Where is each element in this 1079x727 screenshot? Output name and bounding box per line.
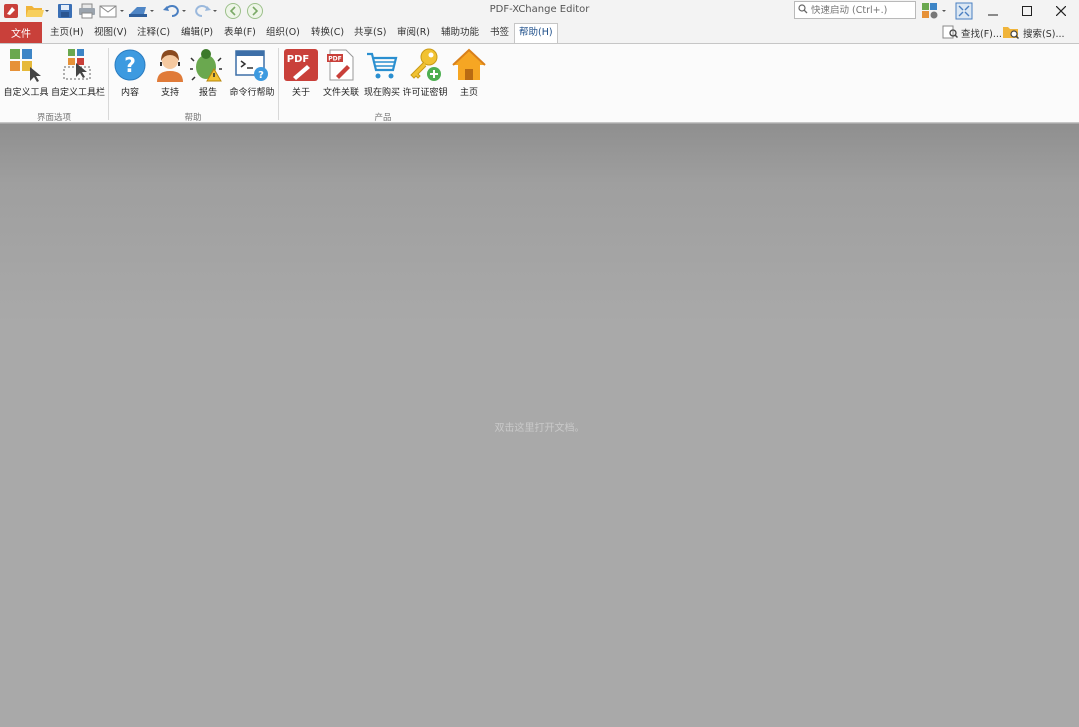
license-key-label: 许可证密钥: [402, 88, 448, 98]
forward-icon[interactable]: [245, 2, 265, 20]
about-button[interactable]: PDF 关于: [282, 47, 320, 103]
contents-button[interactable]: ? 内容: [112, 47, 148, 103]
customize-ui-icon[interactable]: [920, 2, 950, 20]
find-icon: [942, 25, 959, 42]
help-icon: ?: [112, 47, 148, 83]
quick-launch-search[interactable]: [794, 1, 916, 19]
svg-text:PDF: PDF: [287, 54, 309, 65]
open-folder-icon[interactable]: [24, 2, 50, 20]
close-button[interactable]: [1047, 0, 1075, 22]
group-separator: [108, 48, 109, 120]
tab-accessibility[interactable]: 辅助功能: [441, 25, 479, 41]
quick-launch-input[interactable]: [811, 4, 911, 16]
find-command[interactable]: 查找(F)...: [942, 24, 1002, 42]
group-label-product: 产品: [374, 113, 392, 123]
customize-tools-button[interactable]: 自定义工具: [3, 47, 49, 103]
contents-label: 内容: [120, 88, 139, 98]
search-label: 搜索(S)...: [1023, 29, 1065, 40]
support-icon: [152, 47, 188, 83]
pdf-about-icon: PDF: [283, 47, 319, 83]
homepage-button[interactable]: 主页: [451, 47, 487, 103]
customize-toolbars-button[interactable]: 自定义工具栏: [50, 47, 106, 103]
support-button[interactable]: 支持: [152, 47, 188, 103]
license-key-icon: [407, 47, 443, 83]
group-label-help: 帮助: [184, 113, 202, 123]
tab-form[interactable]: 表单(F): [224, 25, 256, 41]
tab-view[interactable]: 视图(V): [94, 25, 127, 41]
file-menu-tab[interactable]: 文件: [0, 22, 42, 43]
file-association-label: 文件关联: [322, 88, 359, 98]
command-line-help-label: 命令行帮助: [229, 88, 275, 98]
homepage-label: 主页: [459, 88, 478, 98]
find-label: 查找(F)...: [961, 29, 1002, 40]
tab-review[interactable]: 审阅(R): [397, 25, 430, 41]
email-icon[interactable]: [98, 2, 126, 20]
about-label: 关于: [291, 88, 310, 98]
file-association-icon: PDF: [323, 47, 359, 83]
maximize-button[interactable]: [1013, 0, 1041, 22]
tab-organize[interactable]: 组织(O): [266, 25, 300, 41]
home-icon: [451, 47, 487, 83]
folder-search-icon: [1002, 25, 1020, 42]
app-icon[interactable]: [2, 2, 20, 20]
file-association-button[interactable]: PDF 文件关联: [321, 47, 361, 103]
menu-bar: 文件 主页(H) 视图(V) 注释(C) 编辑(P) 表单(F) 组织(O) 转…: [0, 22, 1079, 43]
buy-now-button[interactable]: 现在购买: [363, 47, 401, 103]
redo-icon[interactable]: [191, 2, 219, 20]
customize-toolbars-icon: [60, 47, 96, 83]
title-bar: PDF-XChange Editor: [0, 0, 1079, 22]
customize-toolbars-label: 自定义工具栏: [50, 88, 105, 98]
back-icon[interactable]: [223, 2, 243, 20]
report-bug-button[interactable]: 报告: [190, 47, 226, 103]
print-icon[interactable]: [77, 2, 97, 20]
search-command[interactable]: 搜索(S)...: [1002, 24, 1065, 42]
cart-icon: [364, 47, 400, 83]
tab-comment[interactable]: 注释(C): [137, 25, 170, 41]
license-key-button[interactable]: 许可证密钥: [402, 47, 448, 103]
command-line-help-icon: ?: [234, 47, 270, 83]
support-label: 支持: [160, 88, 179, 98]
ribbon: 自定义工具 自定义工具栏 界面选项 ? 内容 支持 报告 ? 命令行帮助 帮助: [0, 43, 1079, 123]
minimize-button[interactable]: [979, 0, 1007, 22]
command-line-help-button[interactable]: ? 命令行帮助: [228, 47, 276, 103]
svg-text:PDF: PDF: [328, 56, 341, 63]
fullscreen-icon[interactable]: [954, 2, 974, 20]
customize-tools-icon: [8, 47, 44, 83]
save-icon[interactable]: [55, 2, 75, 20]
tab-edit[interactable]: 编辑(P): [181, 25, 213, 41]
buy-now-label: 现在购买: [363, 88, 400, 98]
search-icon: [798, 3, 808, 17]
group-label-ui-options: 界面选项: [36, 113, 71, 123]
undo-icon[interactable]: [161, 2, 189, 20]
tab-bookmarks[interactable]: 书签: [490, 25, 509, 41]
tab-help[interactable]: 帮助(H): [514, 23, 558, 43]
svg-text:?: ?: [124, 53, 136, 77]
tab-home[interactable]: 主页(H): [50, 25, 84, 41]
scan-icon[interactable]: [127, 2, 157, 20]
tab-convert[interactable]: 转换(C): [311, 25, 344, 41]
tab-share[interactable]: 共享(S): [354, 25, 386, 41]
group-separator: [278, 48, 279, 120]
bug-report-icon: [190, 47, 226, 83]
open-document-hint: 双击这里打开文档。: [494, 423, 585, 434]
customize-tools-label: 自定义工具: [3, 88, 49, 98]
report-label: 报告: [198, 88, 217, 98]
svg-text:?: ?: [258, 70, 264, 81]
document-workspace[interactable]: 双击这里打开文档。: [0, 124, 1079, 727]
